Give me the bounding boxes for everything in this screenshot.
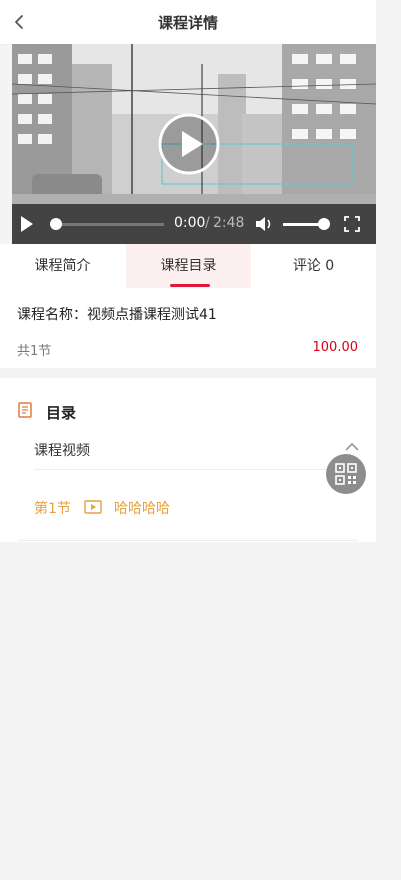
tab-catalog[interactable]: 课程目录 [126,244,251,288]
lesson-count: 共1节 [17,344,52,359]
top-bar: 课程详情 [0,0,376,45]
duration: 2:48 [213,215,245,231]
current-time: 0:00 [174,215,206,231]
qr-code-button[interactable] [326,454,366,494]
catalog-title: 目录 [46,404,77,422]
volume-handle[interactable] [318,218,330,230]
course-name: 课程名称：视频点播课程测试41 [17,307,217,323]
catalog-panel: 目录 课程视频 第1节 哈哈哈哈 [0,378,376,542]
tab-intro[interactable]: 课程简介 [0,244,125,288]
active-tab-indicator [170,284,210,287]
qr-code-icon [335,463,357,485]
divider [18,540,358,541]
fullscreen-icon[interactable] [344,216,360,232]
video-icon [84,500,102,514]
lesson-title: 哈哈哈哈 [114,501,170,517]
video-player[interactable]: 0:00 / 2:48 [12,44,376,244]
progress-handle[interactable] [50,218,62,230]
course-price: 100.00 [312,340,359,355]
page-title: 课程详情 [157,14,218,32]
divider [34,469,360,470]
time-separator: / [205,215,210,231]
page: 课程详情 0:00 / 2:48 课程简介 课程目录 评论 0 课程名称：视频点… [0,0,376,880]
lesson-number: 第1节 [34,501,71,517]
progress-track[interactable] [52,223,164,226]
chevron-up-icon[interactable] [344,442,360,452]
tab-bar: 课程简介 课程目录 评论 0 [0,244,376,288]
play-icon[interactable] [19,215,35,233]
play-overlay-icon[interactable] [157,112,221,176]
document-icon [18,402,32,418]
tab-comments[interactable]: 评论 0 [251,244,376,288]
volume-icon[interactable] [255,216,273,232]
course-info: 课程名称：视频点播课程测试41 共1节 100.00 [0,288,376,368]
player-controls: 0:00 / 2:48 [12,204,376,244]
section-title[interactable]: 课程视频 [34,440,90,460]
